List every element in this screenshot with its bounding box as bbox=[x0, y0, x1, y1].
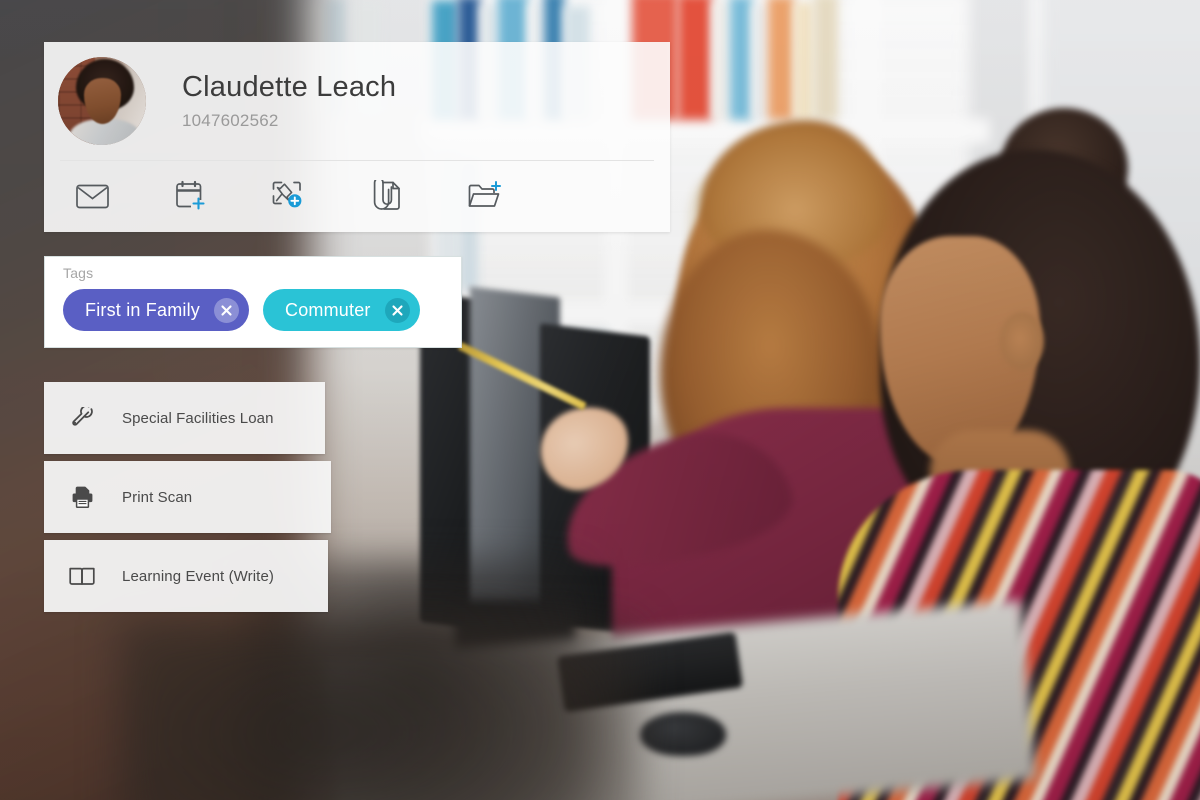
list-item-label: Special Facilities Loan bbox=[122, 409, 274, 427]
folder-plus-icon bbox=[468, 181, 501, 211]
printer-icon bbox=[62, 486, 102, 509]
screenshot-root: Claudette Leach 1047602562 Tags First in… bbox=[0, 0, 1200, 800]
tags-card: Tags First in Family Commuter bbox=[44, 256, 462, 348]
list-item[interactable]: Special Facilities Loan bbox=[44, 382, 325, 454]
tag-label: First in Family bbox=[85, 299, 200, 320]
add-note-action[interactable] bbox=[266, 176, 310, 216]
profile-name-block: Claudette Leach 1047602562 bbox=[182, 71, 396, 130]
add-appointment-action[interactable] bbox=[168, 176, 212, 216]
list-item-label: Print Scan bbox=[122, 488, 193, 506]
remove-tag-icon[interactable] bbox=[384, 297, 410, 323]
tags-list: First in Family Commuter bbox=[63, 289, 461, 331]
page-title: Claudette Leach bbox=[182, 71, 397, 104]
tag-chip[interactable]: First in Family bbox=[63, 289, 249, 331]
list-item[interactable]: Print Scan bbox=[44, 461, 331, 533]
avatar-shading bbox=[58, 57, 146, 145]
calendar-plus-icon bbox=[174, 180, 206, 212]
note-plus-icon bbox=[272, 181, 304, 211]
list-item-label: Learning Event (Write) bbox=[122, 567, 274, 585]
tag-chip[interactable]: Commuter bbox=[263, 289, 420, 331]
tags-label: Tags bbox=[63, 265, 94, 281]
profile-id: 1047602562 bbox=[182, 110, 279, 130]
profile-header-card: Claudette Leach 1047602562 bbox=[44, 42, 670, 232]
attachment-action[interactable] bbox=[364, 176, 408, 216]
open-book-icon bbox=[62, 566, 102, 586]
profile-action-toolbar bbox=[44, 161, 670, 231]
profile-identity: Claudette Leach 1047602562 bbox=[44, 42, 670, 160]
tag-label: Commuter bbox=[285, 299, 371, 320]
services-list: Special Facilities Loan Print Scan Learn… bbox=[44, 382, 331, 619]
send-email-action[interactable] bbox=[70, 176, 114, 216]
wrench-icon bbox=[62, 407, 102, 429]
remove-tag-icon[interactable] bbox=[214, 297, 239, 323]
list-item[interactable]: Learning Event (Write) bbox=[44, 540, 328, 612]
add-to-folder-action[interactable] bbox=[462, 176, 506, 216]
envelope-icon bbox=[75, 184, 109, 209]
paperclip-document-icon bbox=[371, 180, 401, 212]
avatar[interactable] bbox=[58, 57, 146, 145]
avatar-image bbox=[58, 57, 146, 145]
